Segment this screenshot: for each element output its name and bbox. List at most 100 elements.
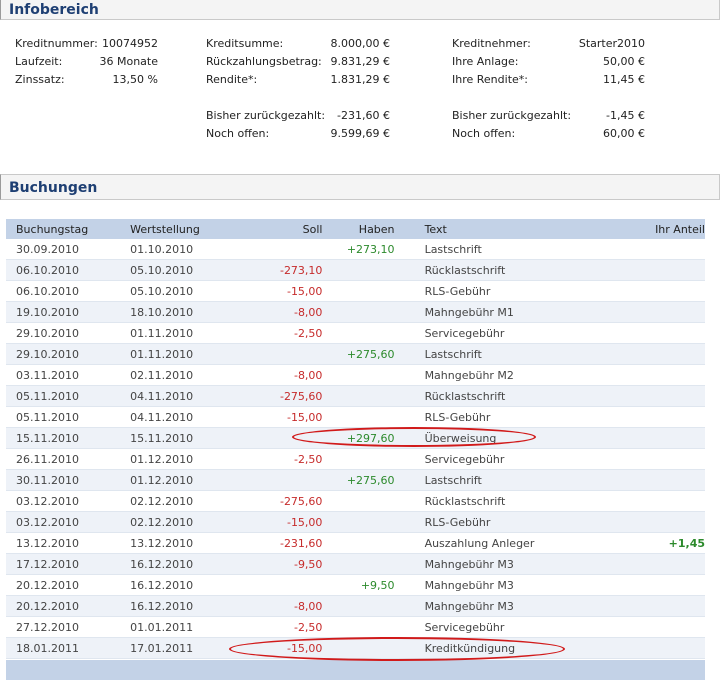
cell-wertstellung: 01.01.2011 (130, 616, 241, 638)
info-value: 9.831,29 € (330, 55, 390, 68)
cell-text: RLS-Gebühr (424, 511, 605, 533)
cell-wertstellung: 15.11.2010 (130, 427, 241, 449)
cell-text: Überweisung (424, 427, 605, 449)
info-label: Zinssatz: (15, 73, 65, 86)
table-row[interactable]: 03.12.2010 02.12.2010 -15,00 RLS-Gebühr (6, 511, 705, 533)
table-row[interactable]: 27.12.2010 01.01.2011 -2,50 Servicegebühr (6, 616, 705, 638)
cell-soll (240, 469, 323, 491)
cell-haben (322, 406, 395, 428)
cell-ihr-anteil (604, 280, 705, 302)
cell-haben (322, 637, 395, 659)
info-label: Ihre Anlage: (452, 55, 519, 68)
table-row[interactable]: 20.12.2010 16.12.2010 -8,00 Mahngebühr M3 (6, 595, 705, 617)
cell-haben (322, 532, 395, 554)
cell-wertstellung: 17.01.2011 (130, 637, 241, 659)
info-value: 50,00 € (603, 55, 645, 68)
table-row[interactable]: 30.11.2010 01.12.2010 +275,60 Lastschrift (6, 469, 705, 491)
cell-spacer (394, 532, 425, 554)
info-value: Starter2010 (578, 37, 645, 50)
cell-soll (240, 343, 323, 365)
cell-text: Kreditkündigung (424, 637, 605, 659)
cell-wertstellung: 13.12.2010 (130, 532, 241, 554)
cell-text: Mahngebühr M3 (424, 574, 605, 596)
table-row[interactable]: 15.11.2010 15.11.2010 +297,60 Überweisung (6, 427, 705, 449)
buchungen-table: Buchungstag Wertstellung Soll Haben Text… (6, 219, 705, 659)
info-label: Noch offen: (452, 127, 516, 140)
table-row[interactable]: 18.01.2011 17.01.2011 -15,00 Kreditkündigun… (6, 637, 705, 659)
cell-haben: +297,60 (322, 427, 395, 449)
cell-haben (322, 385, 395, 407)
table-row[interactable]: 19.10.2010 18.10.2010 -8,00 Mahngebühr M1 (6, 301, 705, 323)
cell-spacer (394, 469, 425, 491)
cell-spacer (394, 553, 425, 575)
info-label: Rendite*: (206, 73, 258, 86)
table-row[interactable]: 29.10.2010 01.11.2010 -2,50 Servicegebühr (6, 322, 705, 344)
col-soll[interactable]: Soll (240, 219, 323, 239)
cell-text: Mahngebühr M3 (424, 553, 605, 575)
cell-haben: +275,60 (322, 343, 395, 365)
info-value: 36 Monate (99, 55, 158, 68)
cell-buchungstag: 30.11.2010 (6, 469, 131, 491)
cell-spacer (394, 406, 425, 428)
cell-spacer (394, 280, 425, 302)
info-value: 60,00 € (603, 127, 645, 140)
col-ihr-anteil[interactable]: Ihr Anteil (604, 219, 705, 239)
cell-spacer (394, 385, 425, 407)
info-label: Bisher zurückgezahlt: (206, 109, 326, 122)
cell-text: Mahngebühr M1 (424, 301, 605, 323)
col-haben[interactable]: Haben (322, 219, 395, 239)
table-row[interactable]: 06.10.2010 05.10.2010 -15,00 RLS-Gebühr (6, 280, 705, 302)
cell-buchungstag: 20.12.2010 (6, 595, 131, 617)
col-spacer (394, 219, 425, 239)
table-body: 30.09.2010 01.10.2010 +273,10 Lastschrift 06… (6, 239, 705, 659)
cell-ihr-anteil (604, 259, 705, 281)
cell-haben (322, 259, 395, 281)
cell-wertstellung: 04.11.2010 (130, 406, 241, 428)
table-row[interactable]: 03.11.2010 02.11.2010 -8,00 Mahngebühr M2 (6, 364, 705, 386)
cell-text: RLS-Gebühr (424, 280, 605, 302)
table-row[interactable]: 06.10.2010 05.10.2010 -273,10 Rücklastschri… (6, 259, 705, 281)
cell-haben (322, 511, 395, 533)
cell-text: Rücklastschrift (424, 490, 605, 512)
cell-ihr-anteil: +1,45 (604, 532, 705, 554)
info-value: 9.599,69 € (330, 127, 390, 140)
cell-soll (240, 239, 323, 260)
table-row[interactable]: 29.10.2010 01.11.2010 +275,60 Lastschrift (6, 343, 705, 365)
col-text[interactable]: Text (424, 219, 605, 239)
table-row[interactable]: 05.11.2010 04.11.2010 -275,60 Rücklastschri… (6, 385, 705, 407)
cell-ihr-anteil (604, 637, 705, 659)
info-value: 11,45 € (603, 73, 645, 86)
table-row[interactable]: 03.12.2010 02.12.2010 -275,60 Rücklastschri… (6, 490, 705, 512)
cell-soll: -8,00 (240, 595, 323, 617)
info-label: Kreditnummer: (15, 37, 98, 50)
table-row[interactable]: 13.12.2010 13.12.2010 -231,60 Auszahlung An… (6, 532, 705, 554)
table-row[interactable]: 30.09.2010 01.10.2010 +273,10 Lastschrift (6, 239, 705, 260)
cell-spacer (394, 301, 425, 323)
table-row[interactable]: 20.12.2010 16.12.2010 +9,50 Mahngebühr M3 (6, 574, 705, 596)
cell-haben (322, 553, 395, 575)
table-row[interactable]: 17.12.2010 16.12.2010 -9,50 Mahngebühr M3 (6, 553, 705, 575)
table-row[interactable]: 05.11.2010 04.11.2010 -15,00 RLS-Gebühr (6, 406, 705, 428)
cell-ihr-anteil (604, 239, 705, 260)
cell-soll: -273,10 (240, 259, 323, 281)
cell-spacer (394, 511, 425, 533)
col-buchungstag[interactable]: Buchungstag (6, 219, 131, 239)
cell-wertstellung: 04.11.2010 (130, 385, 241, 407)
col-wertstellung[interactable]: Wertstellung (130, 219, 241, 239)
cell-spacer (394, 490, 425, 512)
table-header-row: Buchungstag Wertstellung Soll Haben Text… (6, 219, 705, 239)
info-label: Ihre Rendite*: (452, 73, 528, 86)
info-value: -1,45 € (606, 109, 645, 122)
info-value: -231,60 € (337, 109, 390, 122)
cell-soll: -15,00 (240, 511, 323, 533)
cell-haben: +275,60 (322, 469, 395, 491)
cell-spacer (394, 239, 425, 260)
cell-soll: -15,00 (240, 280, 323, 302)
cell-spacer (394, 448, 425, 470)
cell-ihr-anteil (604, 322, 705, 344)
cell-ihr-anteil (604, 469, 705, 491)
table-row[interactable]: 26.11.2010 01.12.2010 -2,50 Servicegebühr (6, 448, 705, 470)
cell-wertstellung: 01.12.2010 (130, 469, 241, 491)
cell-text: Lastschrift (424, 343, 605, 365)
cell-text: Mahngebühr M2 (424, 364, 605, 386)
